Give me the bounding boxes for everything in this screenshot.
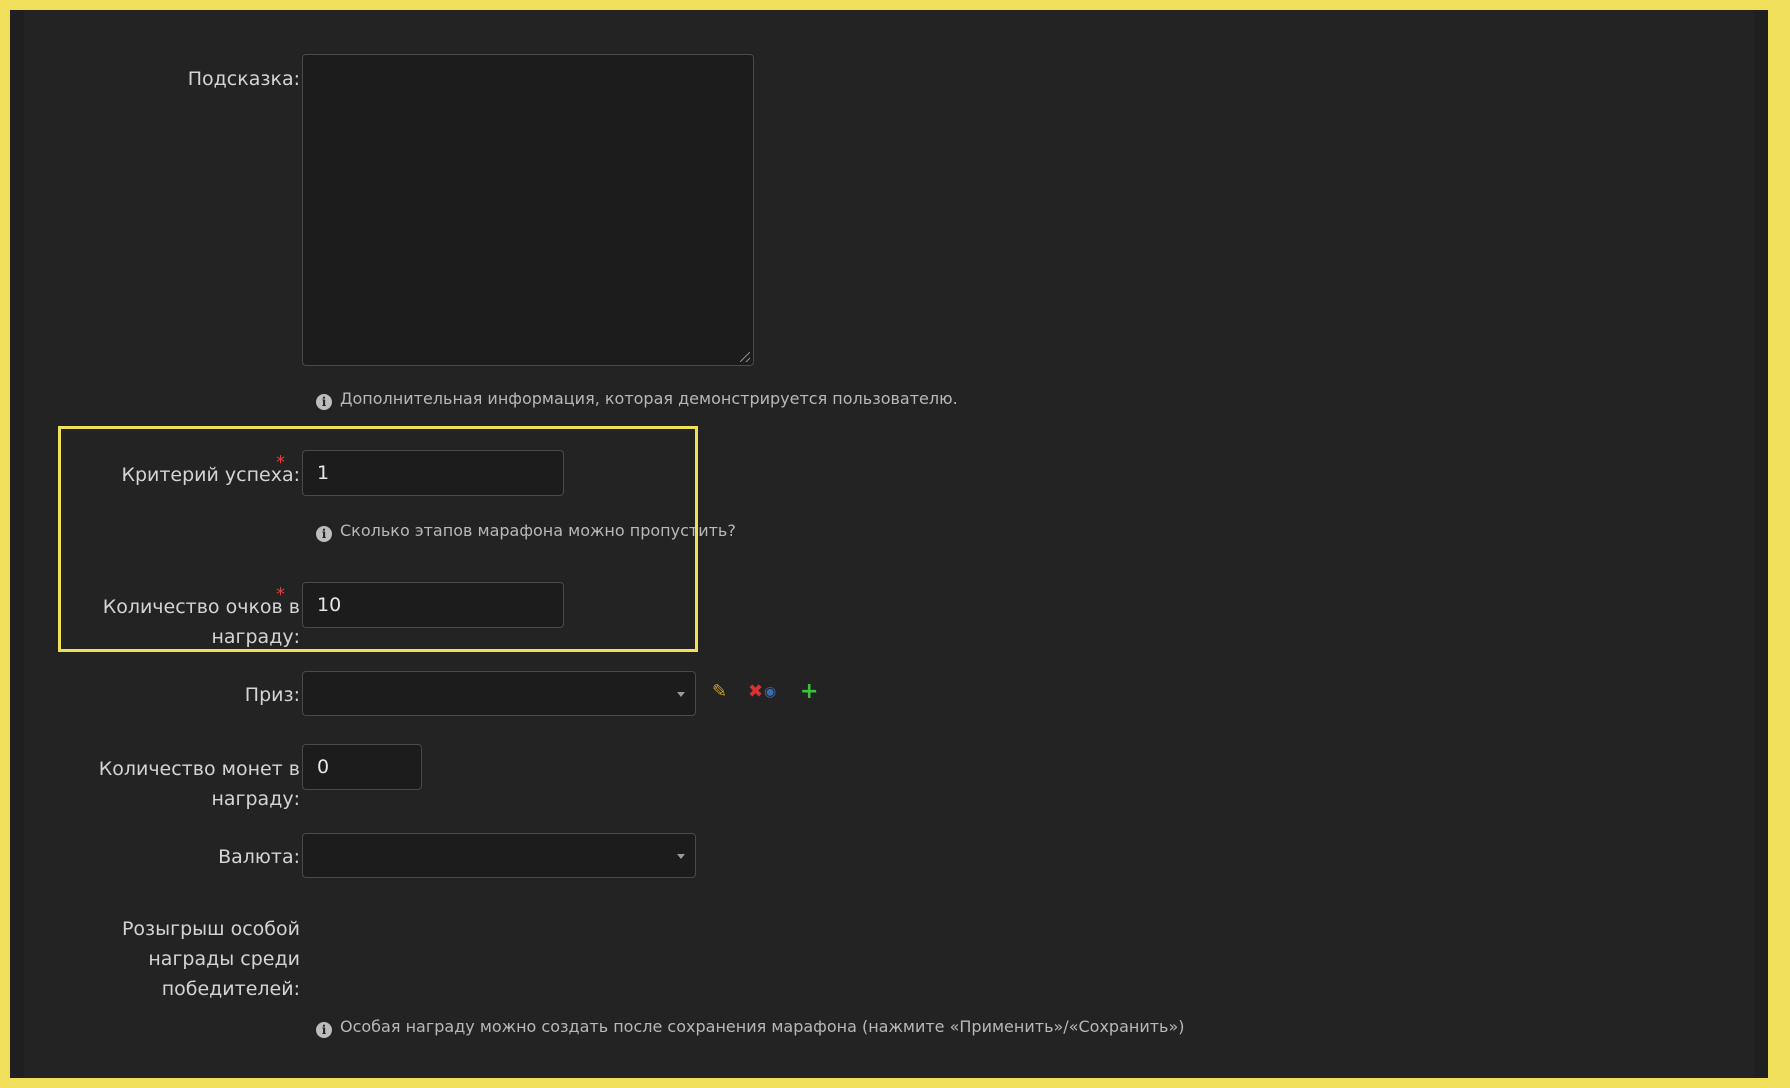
special-draw-help: i Особая награду можно создать после сохр…	[316, 1016, 1185, 1038]
hint-textarea[interactable]	[302, 54, 754, 366]
eye-icon[interactable]: ◉	[764, 682, 776, 702]
currency-label: Валюта:	[218, 846, 300, 868]
coins-reward-input[interactable]: 0	[302, 744, 422, 790]
highlight-box	[58, 426, 698, 652]
info-icon: i	[316, 1022, 332, 1038]
info-icon: i	[316, 394, 332, 410]
hint-help: i Дополнительная информация, которая демо…	[316, 388, 958, 410]
chevron-down-icon	[677, 692, 685, 697]
currency-select[interactable]	[302, 833, 696, 878]
pencil-icon[interactable]: ✎	[712, 682, 727, 702]
close-icon[interactable]: ✖	[748, 682, 763, 702]
special-draw-label: Розыгрыш особой награды среди победителе…	[121, 918, 300, 1000]
chevron-down-icon	[677, 854, 685, 859]
prize-label: Приз:	[244, 684, 300, 706]
resize-handle-icon[interactable]	[740, 352, 750, 362]
plus-icon[interactable]: +	[800, 681, 818, 703]
hint-label: Подсказка:	[187, 68, 300, 90]
coins-reward-label: Количество монет в награду:	[98, 758, 300, 810]
prize-select[interactable]	[302, 671, 696, 716]
